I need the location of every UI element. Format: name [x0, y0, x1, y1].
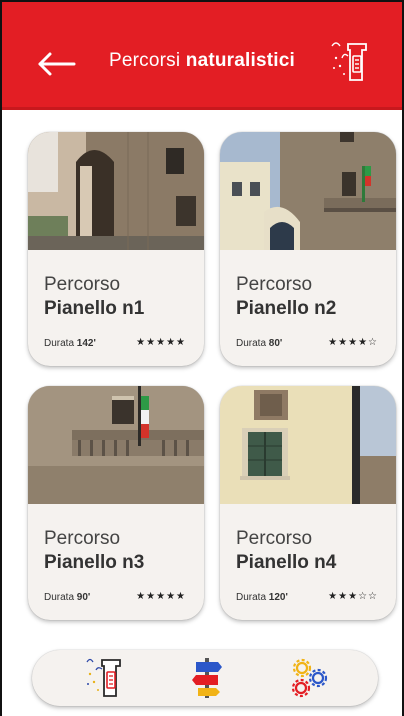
route-duration: Durata 120' — [236, 592, 288, 603]
signpost-icon[interactable] — [184, 656, 230, 700]
duration-label: Durata — [236, 338, 267, 349]
route-photo-2 — [220, 132, 396, 250]
route-prefix: Percorso — [44, 274, 121, 295]
home-tower-icon[interactable] — [84, 656, 130, 700]
bottom-nav — [32, 650, 378, 706]
duration-label: Durata — [44, 338, 75, 349]
route-photo-4 — [220, 386, 396, 504]
route-name: Pianello n3 — [44, 552, 145, 573]
duration-label: Durata — [44, 592, 75, 603]
duration-value: 142' — [76, 338, 96, 349]
route-card-4[interactable]: Percorso Pianello n4 Durata 120' ★★★☆☆ — [220, 386, 396, 620]
route-prefix: Percorso — [236, 528, 313, 549]
duration-value: 90' — [76, 592, 91, 603]
route-duration: Durata 80' — [236, 338, 282, 349]
rating-stars: ★★★★☆ — [328, 337, 378, 348]
duration-label: Durata — [236, 592, 267, 603]
route-name: Pianello n2 — [236, 298, 337, 319]
rating-stars: ★★★☆☆ — [328, 591, 378, 602]
route-photo-1 — [28, 132, 204, 250]
route-name: Pianello n1 — [44, 298, 145, 319]
route-duration: Durata 142' — [44, 338, 96, 349]
page-title-bold: naturalistici — [185, 50, 296, 71]
route-card-2[interactable]: Percorso Pianello n2 Durata 80' ★★★★☆ — [220, 132, 396, 366]
top-app-bar: Percorsi naturalistici — [2, 2, 402, 110]
duration-value: 120' — [268, 592, 288, 603]
page-title-regular: Percorsi — [108, 50, 181, 71]
route-photo-3 — [28, 386, 204, 504]
route-prefix: Percorso — [236, 274, 313, 295]
rating-stars: ★★★★★ — [136, 591, 186, 602]
settings-gears-icon[interactable] — [286, 656, 332, 700]
duration-value: 80' — [268, 338, 283, 349]
brand-tower-logo-icon — [331, 42, 367, 81]
rating-stars: ★★★★★ — [136, 337, 186, 348]
route-prefix: Percorso — [44, 528, 121, 549]
route-name: Pianello n4 — [236, 552, 337, 573]
route-card-3[interactable]: Percorso Pianello n3 Durata 90' ★★★★★ — [28, 386, 204, 620]
route-duration: Durata 90' — [44, 592, 90, 603]
route-card-1[interactable]: Percorso Pianello n1 Durata 142' ★★★★★ — [28, 132, 204, 366]
app-screen: Percorsi naturalistici Percorso Pianello… — [0, 0, 404, 716]
